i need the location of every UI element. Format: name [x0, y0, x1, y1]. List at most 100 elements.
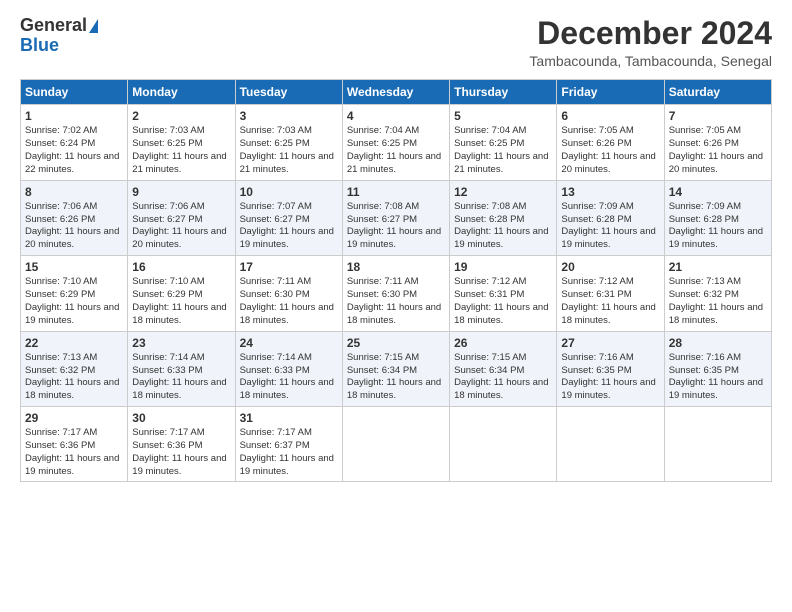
- day-number: 23: [132, 335, 230, 351]
- col-thursday: Thursday: [450, 80, 557, 105]
- daylight-text: Daylight: 11 hours and 19 minutes.: [240, 226, 334, 250]
- title-section: December 2024 Tambacounda, Tambacounda, …: [529, 16, 772, 69]
- sunrise-text: Sunrise: 7:13 AM: [25, 352, 97, 363]
- daylight-text: Daylight: 11 hours and 18 minutes.: [132, 377, 226, 401]
- sunrise-text: Sunrise: 7:11 AM: [347, 276, 419, 287]
- day-number: 18: [347, 259, 445, 275]
- daylight-text: Daylight: 11 hours and 19 minutes.: [561, 377, 655, 401]
- calendar-cell: 6Sunrise: 7:05 AMSunset: 6:26 PMDaylight…: [557, 105, 664, 180]
- daylight-text: Daylight: 11 hours and 18 minutes.: [347, 377, 441, 401]
- day-number: 16: [132, 259, 230, 275]
- daylight-text: Daylight: 11 hours and 18 minutes.: [240, 302, 334, 326]
- sunset-text: Sunset: 6:24 PM: [25, 138, 95, 149]
- calendar-week-row: 1Sunrise: 7:02 AMSunset: 6:24 PMDaylight…: [21, 105, 772, 180]
- col-monday: Monday: [128, 80, 235, 105]
- sunrise-text: Sunrise: 7:17 AM: [25, 427, 97, 438]
- sunset-text: Sunset: 6:33 PM: [240, 365, 310, 376]
- day-number: 7: [669, 108, 767, 124]
- day-number: 10: [240, 184, 338, 200]
- sunset-text: Sunset: 6:36 PM: [25, 440, 95, 451]
- daylight-text: Daylight: 11 hours and 21 minutes.: [347, 151, 441, 175]
- sunrise-text: Sunrise: 7:11 AM: [240, 276, 312, 287]
- sunrise-text: Sunrise: 7:04 AM: [454, 125, 526, 136]
- calendar-cell: 10Sunrise: 7:07 AMSunset: 6:27 PMDayligh…: [235, 180, 342, 255]
- page: General Blue December 2024 Tambacounda, …: [0, 0, 792, 492]
- daylight-text: Daylight: 11 hours and 21 minutes.: [240, 151, 334, 175]
- day-number: 5: [454, 108, 552, 124]
- sunset-text: Sunset: 6:29 PM: [25, 289, 95, 300]
- sunset-text: Sunset: 6:34 PM: [454, 365, 524, 376]
- sunset-text: Sunset: 6:34 PM: [347, 365, 417, 376]
- daylight-text: Daylight: 11 hours and 21 minutes.: [454, 151, 548, 175]
- calendar-cell: 13Sunrise: 7:09 AMSunset: 6:28 PMDayligh…: [557, 180, 664, 255]
- sunrise-text: Sunrise: 7:14 AM: [132, 352, 204, 363]
- calendar-cell: 1Sunrise: 7:02 AMSunset: 6:24 PMDaylight…: [21, 105, 128, 180]
- calendar-cell: 2Sunrise: 7:03 AMSunset: 6:25 PMDaylight…: [128, 105, 235, 180]
- sunset-text: Sunset: 6:33 PM: [132, 365, 202, 376]
- daylight-text: Daylight: 11 hours and 18 minutes.: [347, 302, 441, 326]
- day-number: 19: [454, 259, 552, 275]
- day-number: 12: [454, 184, 552, 200]
- sunset-text: Sunset: 6:25 PM: [240, 138, 310, 149]
- sunrise-text: Sunrise: 7:09 AM: [561, 201, 633, 212]
- daylight-text: Daylight: 11 hours and 18 minutes.: [454, 377, 548, 401]
- sunrise-text: Sunrise: 7:05 AM: [561, 125, 633, 136]
- col-friday: Friday: [557, 80, 664, 105]
- sunrise-text: Sunrise: 7:10 AM: [132, 276, 204, 287]
- daylight-text: Daylight: 11 hours and 18 minutes.: [669, 302, 763, 326]
- daylight-text: Daylight: 11 hours and 19 minutes.: [561, 226, 655, 250]
- sunrise-text: Sunrise: 7:05 AM: [669, 125, 741, 136]
- sunset-text: Sunset: 6:36 PM: [132, 440, 202, 451]
- calendar-cell: 29Sunrise: 7:17 AM Sunset: 6:36 PM Dayligh…: [21, 406, 128, 481]
- sunrise-text: Sunrise: 7:04 AM: [347, 125, 419, 136]
- sunrise-text: Sunrise: 7:14 AM: [240, 352, 312, 363]
- calendar-cell: [557, 406, 664, 481]
- daylight-text: Daylight: 11 hours and 18 minutes.: [454, 302, 548, 326]
- col-wednesday: Wednesday: [342, 80, 449, 105]
- sunset-text: Sunset: 6:25 PM: [454, 138, 524, 149]
- sunset-text: Sunset: 6:35 PM: [669, 365, 739, 376]
- daylight-text: Daylight: 11 hours and 19 minutes.: [240, 453, 334, 477]
- col-tuesday: Tuesday: [235, 80, 342, 105]
- logo-general: General: [20, 16, 87, 36]
- sunset-text: Sunset: 6:26 PM: [561, 138, 631, 149]
- daylight-text: Daylight: 11 hours and 19 minutes.: [25, 453, 119, 477]
- sunset-text: Sunset: 6:30 PM: [347, 289, 417, 300]
- logo-triangle-icon: [89, 19, 98, 33]
- day-number: 25: [347, 335, 445, 351]
- sunset-text: Sunset: 6:31 PM: [561, 289, 631, 300]
- col-saturday: Saturday: [664, 80, 771, 105]
- calendar-cell: 8Sunrise: 7:06 AMSunset: 6:26 PMDaylight…: [21, 180, 128, 255]
- day-number: 22: [25, 335, 123, 351]
- sunrise-text: Sunrise: 7:06 AM: [132, 201, 204, 212]
- day-number: 29: [25, 410, 123, 426]
- day-number: 9: [132, 184, 230, 200]
- sunset-text: Sunset: 6:25 PM: [132, 138, 202, 149]
- sunset-text: Sunset: 6:30 PM: [240, 289, 310, 300]
- daylight-text: Daylight: 11 hours and 20 minutes.: [669, 151, 763, 175]
- calendar-cell: 11Sunrise: 7:08 AMSunset: 6:27 PMDayligh…: [342, 180, 449, 255]
- sunrise-text: Sunrise: 7:02 AM: [25, 125, 97, 136]
- calendar-cell: 17Sunrise: 7:11 AM Sunset: 6:30 PM Dayligh…: [235, 256, 342, 331]
- header: General Blue December 2024 Tambacounda, …: [20, 16, 772, 69]
- sunrise-text: Sunrise: 7:17 AM: [132, 427, 204, 438]
- day-number: 14: [669, 184, 767, 200]
- daylight-text: Daylight: 11 hours and 19 minutes.: [669, 226, 763, 250]
- sunrise-text: Sunrise: 7:08 AM: [454, 201, 526, 212]
- calendar-cell: 18Sunrise: 7:11 AM Sunset: 6:30 PM Dayligh…: [342, 256, 449, 331]
- calendar-cell: 27Sunrise: 7:16 AMSunset: 6:35 PMDayligh…: [557, 331, 664, 406]
- calendar-cell: [342, 406, 449, 481]
- calendar-cell: [450, 406, 557, 481]
- daylight-text: Daylight: 11 hours and 19 minutes.: [25, 302, 119, 326]
- day-number: 4: [347, 108, 445, 124]
- day-number: 20: [561, 259, 659, 275]
- calendar-cell: 3Sunrise: 7:03 AMSunset: 6:25 PMDaylight…: [235, 105, 342, 180]
- sunset-text: Sunset: 6:28 PM: [669, 214, 739, 225]
- calendar-cell: 12Sunrise: 7:08 AMSunset: 6:28 PMDayligh…: [450, 180, 557, 255]
- daylight-text: Daylight: 11 hours and 20 minutes.: [561, 151, 655, 175]
- sunrise-text: Sunrise: 7:16 AM: [669, 352, 741, 363]
- day-number: 17: [240, 259, 338, 275]
- day-number: 27: [561, 335, 659, 351]
- calendar-week-row: 15Sunrise: 7:10 AMSunset: 6:29 PMDayligh…: [21, 256, 772, 331]
- daylight-text: Daylight: 11 hours and 19 minutes.: [454, 226, 548, 250]
